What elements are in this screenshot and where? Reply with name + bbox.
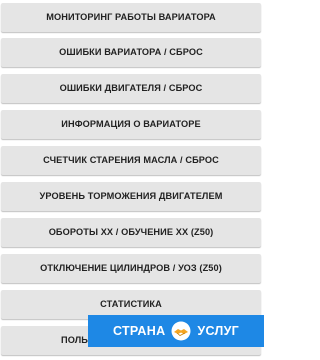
menu-item-label: СЧЕТЧИК СТАРЕНИЯ МАСЛА / СБРОС <box>43 155 219 165</box>
handshake-icon <box>168 321 194 341</box>
menu-item-oil-aging-counter[interactable]: СЧЕТЧИК СТАРЕНИЯ МАСЛА / СБРОС <box>1 146 261 175</box>
menu-item-idle-rpm-learning[interactable]: ОБОРОТЫ ХХ / ОБУЧЕНИЕ ХХ (Z50) <box>1 218 261 247</box>
watermark-logo: СТРАНА УСЛУГ <box>88 315 264 347</box>
menu-item-cvt-errors-reset[interactable]: ОШИБКИ ВАРИАТОРА / СБРОС <box>1 38 261 67</box>
menu-item-engine-errors-reset[interactable]: ОШИБКИ ДВИГАТЕЛЯ / СБРОС <box>1 74 261 103</box>
watermark-text-left: СТРАНА <box>112 324 166 338</box>
menu-item-cvt-info[interactable]: ИНФОРМАЦИЯ О ВАРИАТОРЕ <box>1 110 261 139</box>
menu-item-label: ОТКЛЮЧЕНИЕ ЦИЛИНДРОВ / УОЗ (Z50) <box>40 263 222 273</box>
watermark-text-right: УСЛУГ <box>197 324 240 338</box>
menu-item-label: ОШИБКИ ДВИГАТЕЛЯ / СБРОС <box>59 83 203 93</box>
menu-item-cvt-monitoring[interactable]: МОНИТОРИНГ РАБОТЫ ВАРИАТОРА <box>1 3 261 32</box>
menu-item-label: УРОВЕНЬ ТОРМОЖЕНИЯ ДВИГАТЕЛЕМ <box>39 191 223 201</box>
screen: МОНИТОРИНГ РАБОТЫ ВАРИАТОРА ОШИБКИ ВАРИА… <box>0 0 264 360</box>
menu-item-label: ОБОРОТЫ ХХ / ОБУЧЕНИЕ ХХ (Z50) <box>48 227 214 237</box>
menu-item-label: МОНИТОРИНГ РАБОТЫ ВАРИАТОРА <box>46 12 216 22</box>
menu-item-label: ИНФОРМАЦИЯ О ВАРИАТОРЕ <box>61 119 201 129</box>
menu-item-cylinder-deactivation[interactable]: ОТКЛЮЧЕНИЕ ЦИЛИНДРОВ / УОЗ (Z50) <box>1 254 261 283</box>
menu-item-label: ОШИБКИ ВАРИАТОРА / СБРОС <box>59 47 203 57</box>
menu-item-engine-braking-level[interactable]: УРОВЕНЬ ТОРМОЖЕНИЯ ДВИГАТЕЛЕМ <box>1 182 261 211</box>
